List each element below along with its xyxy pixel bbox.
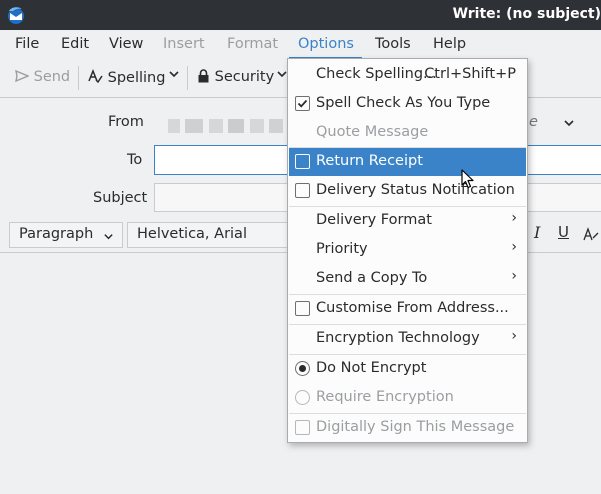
menu-insert[interactable]: Insert: [163, 36, 205, 52]
checkbox-icon: [295, 154, 310, 169]
from-address-redacted: [209, 119, 223, 133]
title-bar: Write: (no subject): [0, 0, 601, 30]
window-title: Write: (no subject): [452, 6, 601, 22]
menu-format[interactable]: Format: [227, 36, 278, 52]
italic-icon[interactable]: I: [534, 223, 540, 242]
menuitem-do-not-encrypt[interactable]: Do Not Encrypt: [289, 355, 526, 383]
menuitem-digitally-sign[interactable]: Digitally Sign This Message: [289, 414, 526, 442]
menu-view[interactable]: View: [109, 36, 143, 52]
chevron-right-icon: ›: [511, 268, 517, 284]
checkbox-checked-icon: [295, 96, 310, 111]
menuitem-customise-from-address[interactable]: Customise From Address...: [289, 295, 526, 323]
security-dropdown-button[interactable]: [277, 68, 287, 84]
chevron-down-icon[interactable]: [563, 117, 575, 129]
radio-icon: [295, 390, 310, 405]
menuitem-check-spelling[interactable]: Check Spelling... Ctrl+Shift+P: [289, 61, 526, 89]
send-label: Send: [33, 69, 71, 85]
chevron-down-icon: [104, 234, 113, 240]
menuitem-quote-message[interactable]: Quote Message: [289, 119, 526, 147]
spelling-label: Spelling: [107, 70, 166, 86]
spelling-button[interactable]: Spelling: [88, 68, 166, 86]
menu-edit[interactable]: Edit: [61, 36, 89, 52]
checkbox-icon: [295, 183, 310, 198]
menuitem-encryption-technology[interactable]: Encryption Technology ›: [289, 325, 526, 353]
paragraph-format-select[interactable]: Paragraph: [9, 222, 123, 248]
menu-tools[interactable]: Tools: [375, 36, 411, 52]
font-value: Helvetica, Arial: [137, 226, 247, 242]
chevron-down-icon: [169, 71, 179, 78]
from-address-redacted: [168, 119, 180, 133]
menuitem-require-encryption[interactable]: Require Encryption: [289, 384, 526, 412]
chevron-right-icon: ›: [511, 328, 517, 344]
chevron-right-icon: ›: [511, 210, 517, 226]
menuitem-delivery-format[interactable]: Delivery Format ›: [289, 207, 526, 235]
spelling-icon: [88, 68, 103, 84]
from-address-redacted: [250, 119, 264, 133]
mouse-cursor-icon: [461, 169, 474, 189]
toolbar-separator: [78, 66, 79, 90]
menuitem-return-receipt[interactable]: Return Receipt: [289, 148, 526, 176]
paragraph-format-value: Paragraph: [19, 226, 94, 242]
spelling-dropdown-button[interactable]: [168, 68, 180, 84]
chevron-right-icon: ›: [511, 239, 517, 255]
from-address-redacted: [185, 119, 203, 133]
checkbox-icon: [295, 420, 310, 435]
underline-icon[interactable]: U: [558, 223, 569, 241]
from-label: From: [108, 114, 144, 130]
font-select[interactable]: Helvetica, Arial: [127, 222, 297, 248]
menuitem-send-a-copy-to[interactable]: Send a Copy To ›: [289, 265, 526, 293]
from-address-redacted: [228, 119, 244, 133]
to-label: To: [127, 152, 143, 168]
subject-label: Subject: [93, 190, 148, 206]
chevron-down-icon: [277, 71, 287, 78]
from-field-trailing-text: e: [529, 114, 538, 130]
from-address-redacted: [269, 119, 283, 133]
menuitem-spell-check-as-you-type[interactable]: Spell Check As You Type: [289, 90, 526, 118]
send-icon: [15, 69, 30, 83]
shortcut-label: Ctrl+Shift+P: [424, 66, 516, 82]
menuitem-priority[interactable]: Priority ›: [289, 236, 526, 264]
lock-icon: [198, 69, 209, 83]
toolbar-separator: [187, 66, 188, 90]
options-menu: Check Spelling... Ctrl+Shift+P Spell Che…: [287, 58, 528, 443]
security-button[interactable]: Security: [197, 69, 274, 85]
security-label: Security: [214, 69, 275, 85]
radio-selected-icon: [295, 361, 310, 376]
checkbox-icon: [295, 301, 310, 316]
text-style-icon[interactable]: [583, 226, 599, 242]
thunderbird-icon: [8, 7, 24, 24]
menuitem-delivery-status-notification[interactable]: Delivery Status Notification: [289, 177, 526, 205]
menu-options[interactable]: Options: [298, 36, 354, 52]
menu-file[interactable]: File: [15, 36, 39, 52]
menu-help[interactable]: Help: [433, 36, 466, 52]
send-button[interactable]: Send: [15, 69, 70, 85]
menu-bar: File Edit View Insert Format Options Too…: [0, 30, 601, 60]
